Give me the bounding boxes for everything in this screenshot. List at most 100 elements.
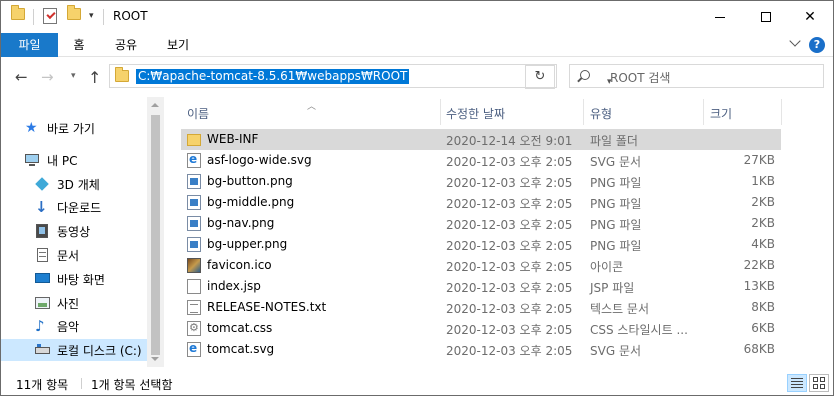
column-divider[interactable] [703,99,704,125]
pictures-icon [35,295,51,311]
svg-file-icon [187,152,201,168]
file-size: 22KB [743,258,775,272]
navigation-pane-scrollbar[interactable] [147,97,164,367]
sidebar-item-music[interactable]: ♪ 음악 [1,315,147,337]
sidebar-item-local-disk[interactable]: 로컬 디스크 (C:) [1,339,147,361]
title-bar: ▾ ROOT ✕ [1,1,833,33]
status-bar: 11개 항목 1개 항목 선택함 [1,371,833,395]
ico-file-icon [187,258,201,273]
column-type[interactable]: 유형 [590,105,612,122]
properties-check-icon[interactable] [43,8,57,24]
address-bar[interactable]: C:₩apache-tomcat-8.5.61₩webapps₩ROOT ▾ [109,64,612,88]
file-date: 2020-12-14 오전 9:01 [446,134,573,148]
star-icon: ★ [25,120,38,136]
sidebar-item-downloads[interactable]: ↓ 다운로드 [1,196,147,218]
large-icons-view-button[interactable] [809,374,829,392]
table-row[interactable]: index.jsp 2020-12-03 오후 2:05 JSP 파일 13KB [181,276,781,297]
minimize-button[interactable] [697,1,743,33]
selection-count: 1개 항목 선택함 [91,378,173,392]
file-size: 2KB [751,195,775,209]
sidebar-item-label: 로컬 디스크 (C:) [57,343,142,358]
back-button[interactable]: ← [15,69,28,85]
sidebar-item-label: 동영상 [57,224,91,239]
up-button[interactable]: ↑ [88,68,101,87]
sidebar-item-label: 다운로드 [57,200,102,215]
file-date: 2020-12-03 오후 2:05 [446,344,573,358]
column-divider[interactable] [781,99,782,125]
folder-icon [11,5,25,20]
tab-home[interactable]: 홈 [61,33,97,57]
ribbon-expand-icon[interactable] [789,35,801,47]
minimize-icon [715,16,725,18]
forward-button[interactable]: → [41,69,54,85]
search-icon [580,70,590,80]
png-file-icon [187,195,201,210]
file-size: 68KB [743,342,775,356]
column-divider[interactable] [583,99,584,125]
close-button[interactable]: ✕ [787,1,833,33]
details-view-button[interactable] [787,374,807,392]
column-size[interactable]: 크기 [710,105,732,122]
address-path[interactable]: C:₩apache-tomcat-8.5.61₩webapps₩ROOT [136,69,410,84]
svg-file-icon [187,341,201,357]
file-date: 2020-12-03 오후 2:05 [446,176,573,190]
column-name[interactable]: 이름 [187,105,209,122]
table-row[interactable]: bg-middle.png 2020-12-03 오후 2:05 PNG 파일 … [181,192,781,213]
column-date[interactable]: 수정한 날짜 [446,105,505,122]
sidebar-item-pictures[interactable]: 사진 [1,292,147,314]
table-row[interactable]: bg-upper.png 2020-12-03 오후 2:05 PNG 파일 4… [181,234,781,255]
sidebar-item-quick-access[interactable]: ★ 바로 가기 [1,117,147,139]
new-folder-icon[interactable] [67,5,81,20]
file-date: 2020-12-03 오후 2:05 [446,197,573,211]
doc-file-icon [187,279,201,294]
file-type: PNG 파일 [590,218,642,232]
table-row[interactable]: RELEASE-NOTES.txt 2020-12-03 오후 2:05 텍스트… [181,297,781,318]
file-name: asf-logo-wide.svg [207,153,312,167]
sidebar-item-desktop[interactable]: 바탕 화면 [1,268,147,290]
table-row[interactable]: tomcat.css 2020-12-03 오후 2:05 CSS 스타일시트 … [181,318,781,339]
table-row[interactable]: asf-logo-wide.svg 2020-12-03 오후 2:05 SVG… [181,150,781,171]
file-list-header: ︿ 이름 수정한 날짜 유형 크기 [181,97,782,127]
qat-dropdown-icon[interactable]: ▾ [89,11,94,21]
scrollbar-thumb[interactable] [151,115,160,355]
desktop-icon [35,271,51,287]
help-icon[interactable]: ? [809,37,825,53]
file-name: tomcat.css [207,321,273,335]
table-row[interactable]: bg-nav.png 2020-12-03 오후 2:05 PNG 파일 2KB [181,213,781,234]
table-row[interactable]: favicon.ico 2020-12-03 오후 2:05 아이콘 22KB [181,255,781,276]
sidebar-item-videos[interactable]: 동영상 [1,220,147,242]
file-name: favicon.ico [207,258,272,272]
sidebar-item-label: 내 PC [47,153,78,168]
sidebar-item-label: 바로 가기 [47,121,95,136]
file-date: 2020-12-03 오후 2:05 [446,218,573,232]
search-input[interactable]: ROOT 검색 [569,64,824,88]
png-file-icon [187,237,201,252]
table-row[interactable]: tomcat.svg 2020-12-03 오후 2:05 SVG 문서 68K… [181,339,781,360]
table-row[interactable]: bg-button.png 2020-12-03 오후 2:05 PNG 파일 … [181,171,781,192]
maximize-icon [761,12,771,22]
sidebar-item-label: 바탕 화면 [57,272,105,287]
status-divider [81,378,82,389]
tab-view[interactable]: 보기 [157,33,199,57]
recent-locations-dropdown-icon[interactable]: ▾ [71,71,76,81]
address-folder-icon [115,67,129,82]
cube-icon [35,176,51,192]
video-icon [35,223,51,239]
scroll-down-icon[interactable] [151,357,159,361]
refresh-button[interactable]: ↻ [525,65,555,89]
sidebar-item-label: 사진 [57,296,80,311]
sidebar-item-this-pc[interactable]: 내 PC [1,149,147,171]
tab-file[interactable]: 파일 [1,33,58,57]
table-row[interactable]: WEB-INF 2020-12-14 오전 9:01 파일 폴더 [181,129,781,150]
scroll-up-icon[interactable] [151,103,159,107]
search-placeholder: ROOT 검색 [610,71,671,85]
folder-icon [187,134,201,146]
tab-share[interactable]: 공유 [105,33,147,57]
sidebar-item-documents[interactable]: 문서 [1,244,147,266]
maximize-button[interactable] [743,1,789,33]
qat-divider [103,9,104,25]
sidebar-item-3d-objects[interactable]: 3D 개체 [1,173,147,195]
file-type: 텍스트 문서 [590,302,650,316]
column-divider[interactable] [440,99,441,125]
png-file-icon [187,216,201,231]
